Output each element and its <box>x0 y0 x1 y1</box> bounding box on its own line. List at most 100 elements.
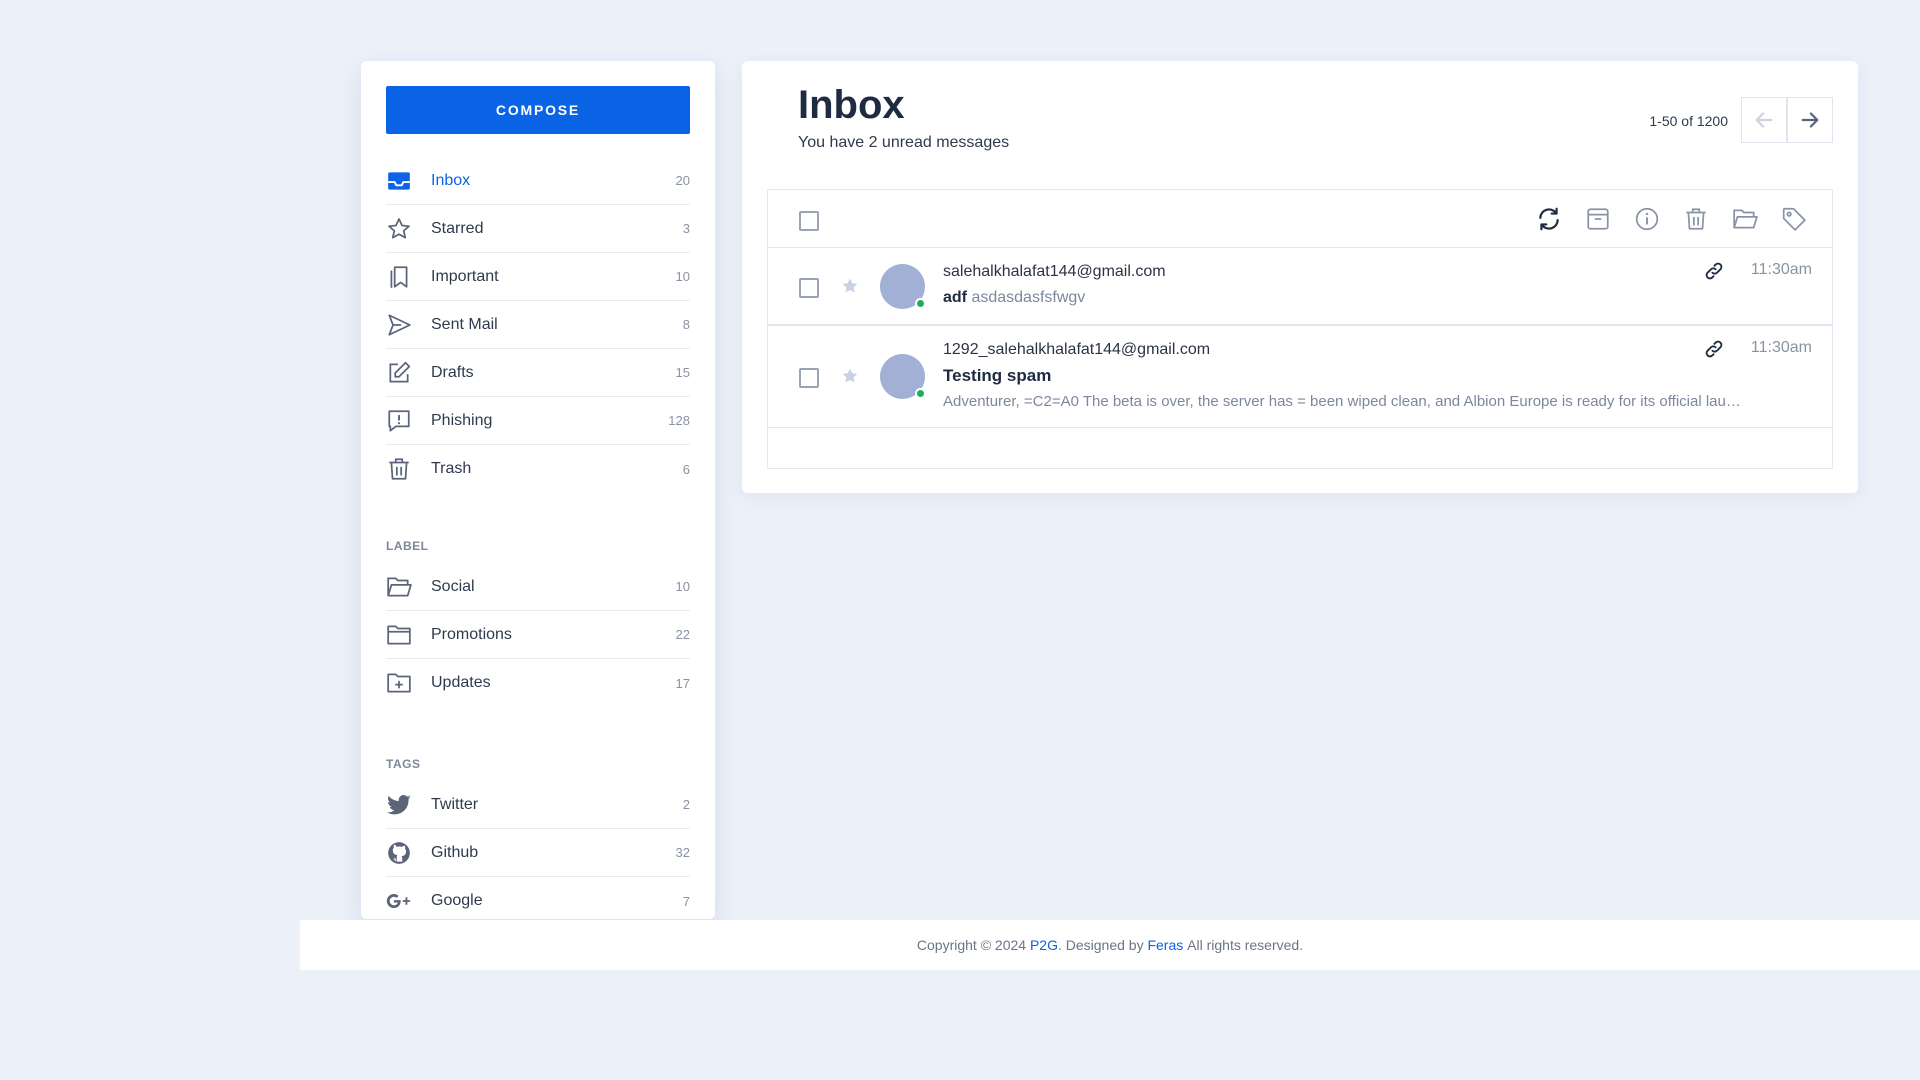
sidebar-item-inbox[interactable]: Inbox 20 <box>386 157 690 205</box>
sidebar-item-count: 8 <box>682 317 690 332</box>
inbox-panel: Inbox You have 2 unread messages 1-50 of… <box>742 61 1858 493</box>
arrow-right-icon <box>1801 112 1819 128</box>
attachment-icon <box>1705 262 1723 280</box>
info-icon[interactable] <box>1633 205 1661 233</box>
sidebar-item-trash[interactable]: Trash 6 <box>386 445 690 493</box>
bookmark-icon <box>386 263 414 291</box>
select-all-checkbox[interactable] <box>799 211 819 231</box>
footer-rights: All rights reserved. <box>1187 937 1304 953</box>
sidebar-item-label: Trash <box>431 460 472 477</box>
footer-designed-by: . Designed by <box>1057 937 1144 953</box>
sidebar-item-promotions[interactable]: Promotions 22 <box>386 611 690 659</box>
sidebar-item-label: Phishing <box>431 411 493 429</box>
email-checkbox[interactable] <box>799 278 819 298</box>
folder-open-icon <box>386 573 414 601</box>
sidebar-item-label: Sent Mail <box>431 315 498 333</box>
sidebar-item-phishing[interactable]: Phishing 128 <box>386 397 690 445</box>
sidebar-item-label: Updates <box>431 674 491 691</box>
star-icon[interactable] <box>840 366 860 386</box>
edit-icon <box>386 359 414 387</box>
folder-open-icon[interactable] <box>1731 205 1759 233</box>
inbox-icon <box>386 167 414 195</box>
alert-message-icon <box>386 407 414 435</box>
sidebar-item-label: Social <box>431 577 475 595</box>
folder-plus-icon <box>386 669 414 697</box>
sidebar-item-count: 6 <box>682 461 690 477</box>
sidebar-item-label: Github <box>431 843 479 861</box>
tags-section-title: TAGS <box>386 757 421 771</box>
email-subject: Testing spam <box>943 366 1052 385</box>
sidebar-item-count: 17 <box>675 675 690 691</box>
sidebar-item-count: 15 <box>675 365 690 380</box>
email-row[interactable]: 1292_salehalkhalafat144@gmail.com Testin… <box>767 325 1833 428</box>
attachment-icon <box>1705 340 1723 358</box>
unread-summary: You have 2 unread messages <box>798 134 1010 151</box>
send-icon <box>386 311 414 339</box>
sidebar-item-label: Drafts <box>431 363 474 381</box>
previous-page-button[interactable] <box>1741 97 1787 143</box>
trash-icon <box>386 455 414 483</box>
archive-icon[interactable] <box>1584 205 1612 233</box>
sidebar-item-count: 3 <box>682 221 690 236</box>
sidebar: COMPOSE Inbox 20 Starred 3 Important 10 <box>361 61 715 919</box>
email-list: salehalkhalafat144@gmail.com adf asdasda… <box>767 189 1833 469</box>
email-time: 11:30am <box>1750 339 1812 356</box>
sidebar-item-sent-mail[interactable]: Sent Mail 8 <box>386 301 690 349</box>
label-section-title: LABEL <box>386 539 429 553</box>
email-sender: salehalkhalafat144@gmail.com <box>943 263 1166 280</box>
sidebar-item-important[interactable]: Important 10 <box>386 253 690 301</box>
email-checkbox[interactable] <box>799 368 819 388</box>
sidebar-item-count: 22 <box>675 627 690 642</box>
sidebar-item-updates[interactable]: Updates 17 <box>386 659 690 707</box>
compose-button[interactable]: COMPOSE <box>386 86 690 134</box>
refresh-icon[interactable] <box>1535 205 1563 233</box>
sidebar-item-label: Promotions <box>431 625 512 643</box>
next-page-button[interactable] <box>1787 97 1833 143</box>
sidebar-item-count: 2 <box>682 797 690 812</box>
sidebar-item-label: Google <box>431 892 483 909</box>
tags-list: Twitter 2 Github 32 Google 7 <box>386 781 690 925</box>
footer-author-link[interactable]: Feras <box>1147 937 1183 953</box>
online-status-dot <box>915 298 926 309</box>
star-icon[interactable] <box>840 276 860 296</box>
sidebar-item-count: 10 <box>675 579 690 594</box>
sidebar-item-count: 7 <box>682 893 690 909</box>
pagination-range: 1-50 of 1200 <box>1649 113 1728 129</box>
email-summary-line: adf asdasdasfsfwgv <box>943 289 1085 307</box>
footer: Copyright © 2024 P2G. Designed by Feras … <box>300 920 1920 970</box>
mailbox-list: Inbox 20 Starred 3 Important 10 Sent Mai… <box>386 157 690 493</box>
github-icon <box>386 839 414 867</box>
sidebar-item-count: 10 <box>675 269 690 284</box>
footer-brand-link[interactable]: P2G <box>1030 937 1058 953</box>
email-subject: adf <box>943 289 967 306</box>
online-status-dot <box>915 388 926 399</box>
email-sender: 1292_salehalkhalafat144@gmail.com <box>943 341 1211 358</box>
email-row[interactable]: salehalkhalafat144@gmail.com adf asdasda… <box>768 248 1832 325</box>
sidebar-item-google[interactable]: Google 7 <box>386 877 690 925</box>
sidebar-item-count: 128 <box>668 413 690 428</box>
sidebar-item-label: Starred <box>431 219 484 237</box>
email-toolbar <box>768 190 1832 248</box>
toolbar-actions <box>1535 205 1808 233</box>
folder-icon <box>386 621 414 649</box>
sidebar-item-count: 20 <box>675 173 690 188</box>
avatar <box>880 264 926 309</box>
tag-icon[interactable] <box>1780 205 1808 233</box>
sidebar-item-github[interactable]: Github 32 <box>386 829 690 877</box>
sidebar-item-label: Important <box>431 267 499 285</box>
trash-icon[interactable] <box>1682 205 1710 233</box>
sidebar-item-label: Twitter <box>431 795 479 813</box>
sidebar-item-label: Inbox <box>431 171 471 189</box>
sidebar-item-social[interactable]: Social 10 <box>386 563 690 611</box>
email-time: 11:30am <box>1750 261 1812 278</box>
page-title: Inbox <box>798 83 905 127</box>
sidebar-item-starred[interactable]: Starred 3 <box>386 205 690 253</box>
footer-copyright-prefix: Copyright © 2024 <box>916 937 1027 953</box>
sidebar-item-drafts[interactable]: Drafts 15 <box>386 349 690 397</box>
arrow-left-icon <box>1755 112 1773 128</box>
email-snippet: asdasdasfsfwgv <box>971 289 1086 306</box>
sidebar-item-twitter[interactable]: Twitter 2 <box>386 781 690 829</box>
twitter-icon <box>386 791 414 819</box>
email-snippet: Adventurer, =C2=A0 The beta is over, the… <box>943 393 1743 410</box>
google-plus-icon <box>386 887 414 915</box>
